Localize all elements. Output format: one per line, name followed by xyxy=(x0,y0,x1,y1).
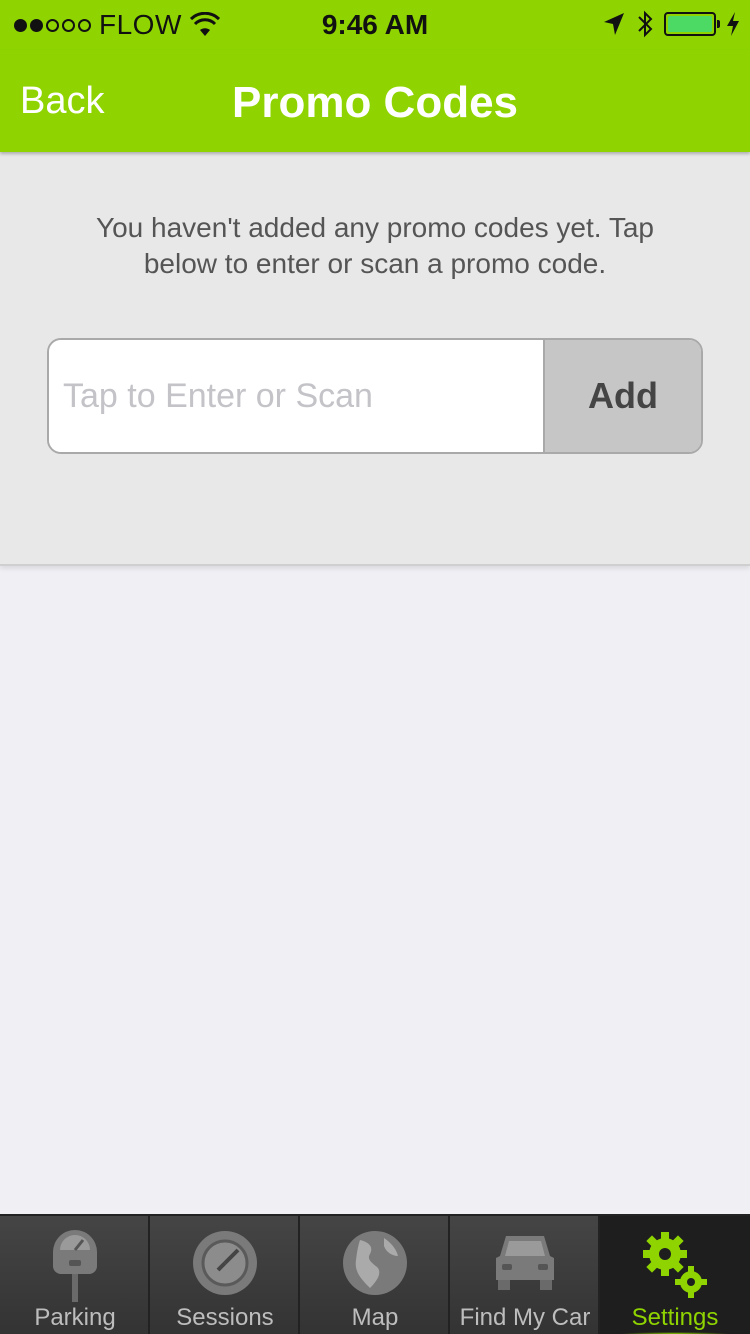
bluetooth-icon xyxy=(638,10,653,38)
tab-find-my-car[interactable]: Find My Car xyxy=(450,1216,600,1334)
tab-bar: Parking Sessions Map Find My Car Setting… xyxy=(0,1214,750,1334)
charging-bolt-icon xyxy=(727,12,739,36)
status-bar: FLOW 9:46 AM xyxy=(0,0,750,50)
tab-settings-label: Settings xyxy=(631,1304,719,1331)
status-right xyxy=(602,9,740,39)
promo-entry-row: Add xyxy=(47,338,703,454)
page-title: Promo Codes xyxy=(231,78,519,127)
add-promo-button[interactable]: Add xyxy=(543,340,701,452)
promo-codes-screen: FLOW 9:46 AM Back Promo Codes You haven'… xyxy=(0,0,750,1334)
tab-map[interactable]: Map xyxy=(300,1216,450,1334)
tab-parking[interactable]: Parking xyxy=(0,1216,150,1334)
battery-icon xyxy=(664,12,720,36)
parking-meter-icon xyxy=(53,1230,97,1302)
clock-icon xyxy=(193,1231,257,1295)
empty-state-message: You haven't added any promo codes yet. T… xyxy=(96,212,654,279)
navigation-bar: Back Promo Codes xyxy=(0,50,750,152)
location-arrow-icon xyxy=(604,13,624,35)
tab-map-label: Map xyxy=(351,1304,399,1331)
tab-parking-label: Parking xyxy=(34,1304,116,1331)
tab-settings[interactable]: Settings xyxy=(600,1216,750,1334)
globe-icon xyxy=(343,1231,407,1295)
tab-find-my-car-label: Find My Car xyxy=(459,1304,591,1331)
tab-sessions[interactable]: Sessions xyxy=(150,1216,300,1334)
tab-sessions-label: Sessions xyxy=(176,1304,274,1331)
gears-icon xyxy=(643,1232,707,1298)
promo-code-input[interactable] xyxy=(49,340,543,452)
car-icon xyxy=(496,1236,554,1290)
promo-panel: You haven't added any promo codes yet. T… xyxy=(0,152,750,566)
